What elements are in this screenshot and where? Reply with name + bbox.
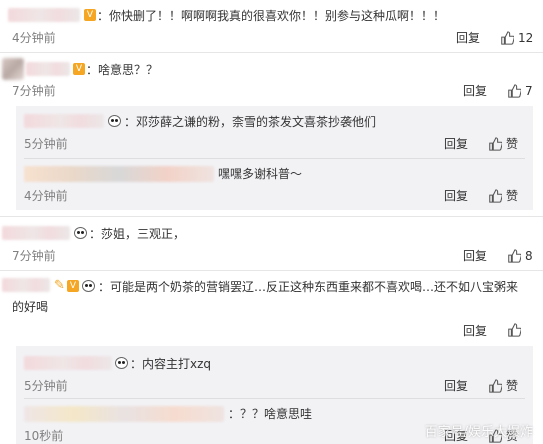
blurred-username: [24, 166, 214, 182]
panda-emoji-icon: [108, 115, 121, 127]
divider: [0, 52, 543, 53]
reply-button[interactable]: 回复: [463, 83, 487, 99]
divider: [0, 216, 543, 217]
watermark: 百家号/娱乐大爆炸: [424, 425, 533, 440]
reply-time: 5分钟前: [24, 137, 68, 151]
reply-button[interactable]: 回复: [456, 30, 480, 46]
thumbs-up-icon: [508, 249, 521, 263]
vip-badge-icon: V: [73, 63, 85, 75]
blurred-username: [24, 114, 104, 128]
vip-badge-icon: V: [84, 9, 96, 21]
blurred-username: [2, 278, 50, 292]
divider: [0, 270, 543, 271]
blurred-username: [24, 406, 224, 422]
comment-text: ：你快删了！！啊啊啊我真的很喜欢你！！别参与这种瓜啊！！！: [97, 9, 446, 23]
reply-button[interactable]: 回复: [444, 188, 468, 204]
vip-badge-icon: V: [67, 280, 79, 292]
sub-replies: ：邓莎薛之谦的粉，柰雪的茶发文喜茶抄袭他们 5分钟前 回复 赞 嘿嘿多谢科普～ …: [16, 106, 533, 210]
blurred-username: [2, 226, 70, 240]
like-label: 赞: [506, 189, 519, 203]
thumbs-up-icon: [501, 31, 514, 45]
comment-time: 4分钟前: [12, 31, 56, 45]
reply-button[interactable]: 回复: [444, 136, 468, 152]
blurred-username: [24, 356, 112, 370]
comment-time: 7分钟前: [12, 84, 56, 98]
reply-time: 5分钟前: [24, 379, 68, 393]
comment-text-line2: 的好喝: [12, 300, 49, 314]
like-button[interactable]: 8: [507, 248, 533, 264]
thumbs-up-icon: [508, 323, 521, 337]
like-count: 7: [525, 84, 533, 98]
divider: [24, 158, 525, 159]
like-button[interactable]: 12: [500, 30, 533, 46]
like-button[interactable]: 赞: [488, 188, 518, 204]
comment-text: ：啥意思？？: [86, 63, 159, 77]
like-count: 12: [518, 31, 534, 45]
reply-text: ：？？啥意思哇: [228, 407, 313, 421]
comment-text: ：莎姐，三观正，: [89, 227, 186, 241]
reply-time: 10秒前: [24, 429, 64, 443]
reply-text: 嘿嘿多谢科普～: [218, 167, 303, 181]
avatar: [2, 58, 24, 80]
thumbs-up-icon: [489, 137, 502, 151]
like-button[interactable]: 赞: [488, 136, 518, 152]
thumbs-up-icon: [489, 379, 502, 393]
panda-emoji-icon: [74, 227, 87, 239]
comment-time: 7分钟前: [12, 249, 56, 263]
pen-emoji-icon: ✎: [54, 278, 65, 293]
reply-text: ：邓莎薛之谦的粉，柰雪的茶发文喜茶抄袭他们: [124, 115, 377, 129]
like-count: 8: [525, 249, 533, 263]
reply-time: 4分钟前: [24, 189, 68, 203]
like-button[interactable]: [507, 323, 525, 337]
divider: [24, 398, 525, 399]
thumbs-up-icon: [489, 189, 502, 203]
reply-text: ：内容主打xzq: [130, 357, 212, 371]
blurred-username: [26, 62, 70, 76]
like-label: 赞: [506, 137, 519, 151]
reply-button[interactable]: 回复: [463, 323, 487, 339]
like-button[interactable]: 赞: [488, 378, 518, 394]
like-button[interactable]: 7: [507, 83, 533, 99]
blurred-username: [8, 8, 80, 22]
thumbs-up-icon: [508, 84, 521, 98]
reply-button[interactable]: 回复: [463, 248, 487, 264]
panda-emoji-icon: [82, 280, 95, 292]
reply-button[interactable]: 回复: [444, 378, 468, 394]
like-label: 赞: [506, 379, 519, 393]
comment-text-line1: ：可能是两个奶茶的营销罢辽…反正这种东西重来都不喜欢喝…还不如八宝粥来: [98, 280, 519, 294]
panda-emoji-icon: [115, 357, 128, 369]
